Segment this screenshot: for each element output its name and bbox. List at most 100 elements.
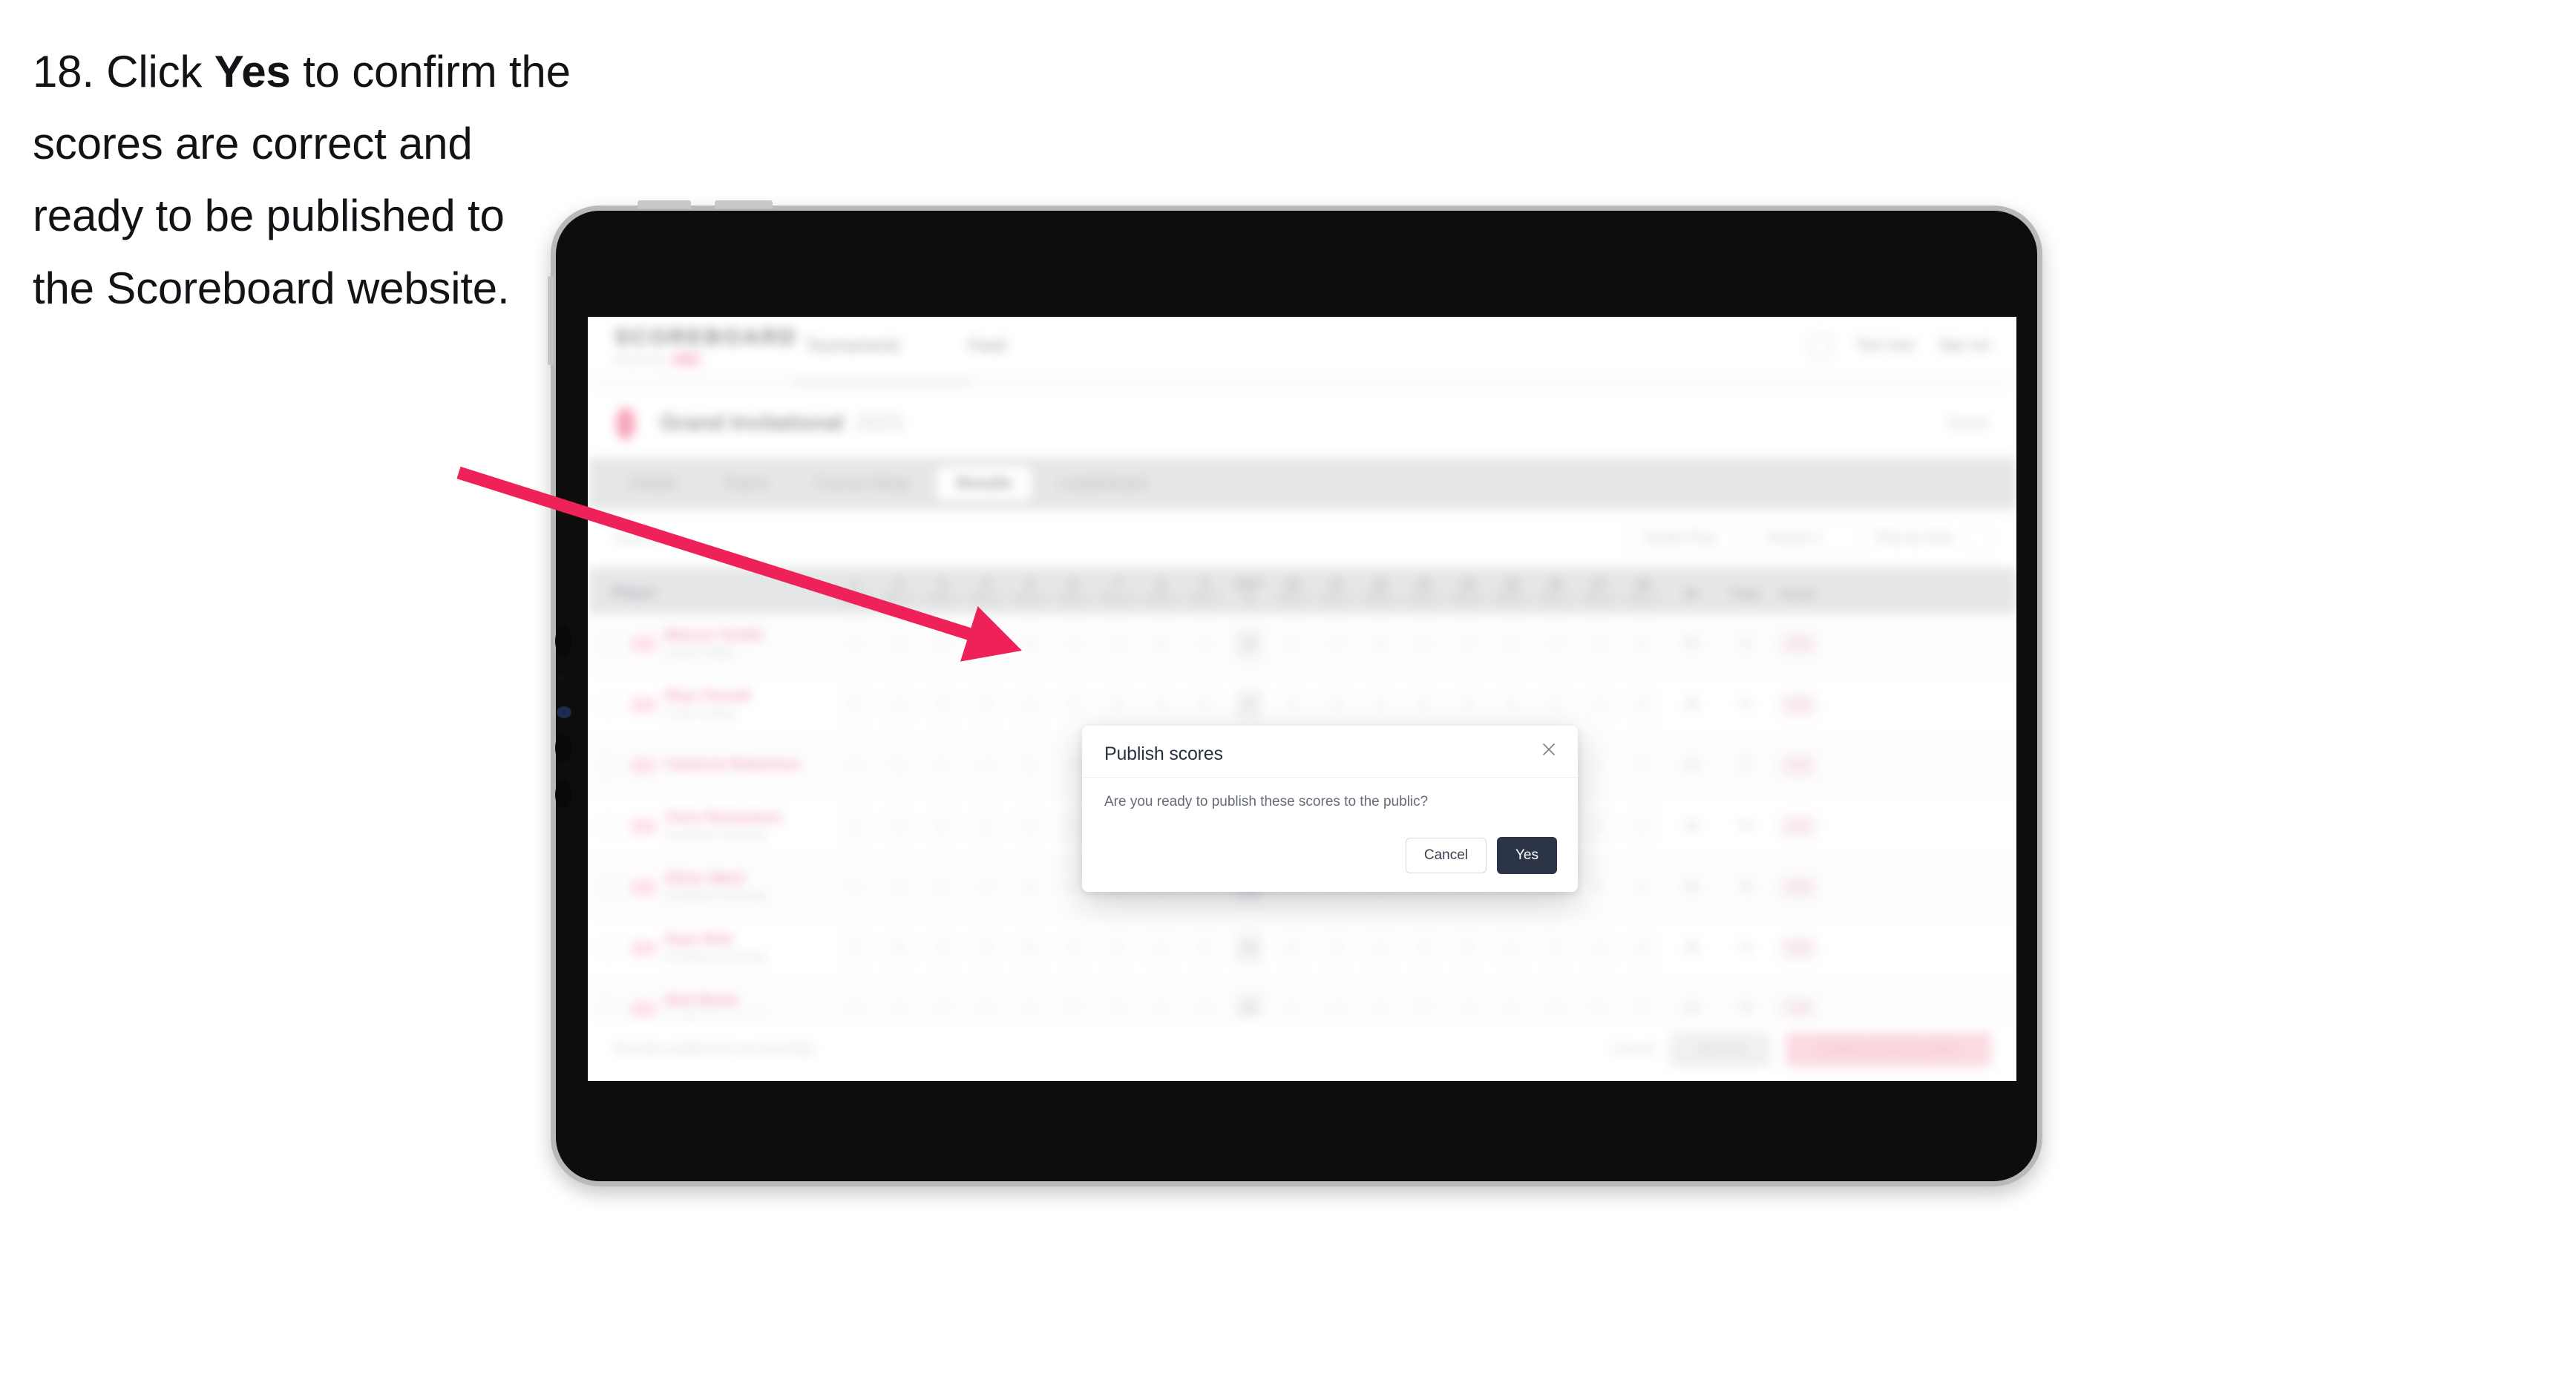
score-input[interactable]: 5 [1059, 688, 1088, 721]
row-checkbox[interactable] [598, 634, 617, 654]
cell-hole-score[interactable]: 3 [1533, 627, 1577, 660]
cell-hole-score[interactable]: 4 [1446, 627, 1489, 660]
cell-hole-score[interactable]: 4 [1402, 931, 1446, 965]
cell-hole-score[interactable]: 3 [920, 688, 964, 721]
score-input[interactable]: 4 [971, 931, 1000, 965]
cell-hole-score[interactable]: 37 [1227, 688, 1271, 721]
score-input[interactable]: 4 [1497, 627, 1526, 660]
cell-hole-score[interactable]: 4 [1183, 627, 1227, 660]
score-input[interactable]: 4 [884, 688, 913, 721]
cell-hole-score[interactable]: 38 [1227, 931, 1271, 965]
cell-hole-score[interactable]: 36 [1227, 627, 1271, 660]
cell-hole-score[interactable]: 5 [876, 931, 920, 965]
cell-hole-score[interactable]: 3 [920, 809, 964, 843]
score-input[interactable]: 4 [840, 749, 869, 782]
score-input[interactable]: 3 [1366, 931, 1394, 965]
cell-hole-score[interactable]: 3 [920, 627, 964, 660]
cell-hole-score[interactable]: 5 [833, 870, 876, 904]
score-input[interactable]: 5 [840, 688, 869, 721]
score-input[interactable]: 4 [1147, 688, 1176, 721]
score-input[interactable]: 4 [1409, 931, 1438, 965]
cell-hole-score[interactable]: 5 [876, 749, 920, 782]
score-input[interactable]: 5 [1409, 688, 1438, 721]
cell-hole-score[interactable]: 4 [833, 931, 876, 965]
score-input[interactable]: 5 [1628, 688, 1657, 721]
score-input[interactable]: 3 [1366, 627, 1394, 660]
score-input[interactable]: 38 [1234, 931, 1263, 965]
cell-hole-score[interactable]: 4 [833, 627, 876, 660]
cell-hole-score[interactable]: 3 [1095, 627, 1139, 660]
cell-hole-score[interactable]: 4 [1533, 931, 1577, 965]
row-checkbox[interactable] [598, 694, 617, 715]
cell-hole-score[interactable]: 3 [1095, 688, 1139, 721]
score-input[interactable]: 4 [1584, 627, 1613, 660]
cell-hole-score[interactable]: 5 [1139, 627, 1183, 660]
view-select[interactable]: Stroke Play [1626, 522, 1738, 556]
cell-hole-score[interactable]: 5 [833, 688, 876, 721]
footer-publish-button[interactable]: Publish scores to public [1785, 1032, 1991, 1067]
cell-hole-score[interactable]: 4 [1489, 931, 1533, 965]
device-volume-down-button[interactable] [555, 734, 571, 762]
score-input[interactable]: 4 [884, 870, 913, 904]
cell-hole-score[interactable]: 4 [1008, 688, 1052, 721]
score-input[interactable]: 4 [884, 627, 913, 660]
sign-out-link[interactable]: Sign out [1938, 338, 1990, 354]
cell-hole-score[interactable]: 4 [964, 870, 1008, 904]
score-input[interactable]: 4 [971, 627, 1000, 660]
score-input[interactable]: 3 [928, 931, 957, 965]
cell-hole-score[interactable]: 4 [1052, 931, 1095, 965]
cell-hole-score[interactable]: 4 [1008, 809, 1052, 843]
score-input[interactable]: 37 [1234, 688, 1263, 721]
score-input[interactable]: 4 [1278, 688, 1307, 721]
score-input[interactable]: 4 [928, 749, 957, 782]
row-checkbox[interactable] [598, 816, 617, 836]
cell-hole-score[interactable]: 4 [1489, 627, 1533, 660]
cell-hole-score[interactable]: 5 [1183, 688, 1227, 721]
cell-hole-score[interactable]: 4 [1577, 931, 1621, 965]
score-input[interactable]: 4 [1015, 870, 1044, 904]
cell-hole-score[interactable]: 4 [1052, 627, 1095, 660]
score-input[interactable]: 5 [971, 809, 1000, 843]
cell-hole-score[interactable]: 4 [1489, 688, 1533, 721]
search-input[interactable]: Search [613, 531, 660, 548]
score-input[interactable]: 4 [1584, 809, 1613, 843]
yes-button[interactable]: Yes [1497, 837, 1557, 874]
score-input[interactable]: 5 [1322, 688, 1351, 721]
cell-hole-score[interactable]: 4 [1271, 627, 1314, 660]
score-input[interactable]: 4 [971, 870, 1000, 904]
device-power-button[interactable] [555, 781, 571, 809]
score-input[interactable]: 4 [1278, 627, 1307, 660]
cell-hole-score[interactable]: 4 [1533, 688, 1577, 721]
table-row[interactable]: Marcus Tomlin Coast College 4 4 3 4 5 4 3 5 4 36 4 4 3… [588, 614, 2016, 674]
cell-hole-score[interactable]: 4 [920, 749, 964, 782]
cell-hole-score[interactable]: 5 [1577, 749, 1621, 782]
score-input[interactable]: 5 [1628, 931, 1657, 965]
score-input[interactable]: 5 [1147, 627, 1176, 660]
score-input[interactable]: 3 [1103, 627, 1132, 660]
cell-hole-score[interactable]: 5 [1008, 627, 1052, 660]
row-checkbox[interactable] [598, 755, 617, 775]
score-input[interactable]: 36 [1234, 627, 1263, 660]
device-top-button-1[interactable] [638, 200, 691, 208]
score-input[interactable]: 5 [1628, 627, 1657, 660]
score-input[interactable]: 4 [1015, 688, 1044, 721]
app-logo[interactable]: SCOREBOARD Powered by XYZ [614, 325, 806, 366]
cell-hole-score[interactable]: 5 [1008, 749, 1052, 782]
cell-hole-score[interactable]: 5 [1577, 870, 1621, 904]
score-input[interactable]: 5 [1015, 627, 1044, 660]
cell-hole-score[interactable]: 4 [920, 870, 964, 904]
score-input[interactable]: 4 [1453, 627, 1482, 660]
score-input[interactable]: 5 [1190, 688, 1219, 721]
score-input[interactable]: 5 [1584, 870, 1613, 904]
cell-hole-score[interactable]: 4 [1314, 931, 1358, 965]
cell-hole-score[interactable]: 3 [1358, 688, 1402, 721]
cell-hole-score[interactable]: 4 [876, 688, 920, 721]
tab-leaderboard[interactable]: Leaderboard [1039, 467, 1166, 501]
score-input[interactable]: 4 [1497, 688, 1526, 721]
score-input[interactable]: 4 [1584, 688, 1613, 721]
cell-hole-score[interactable]: 3 [1358, 627, 1402, 660]
cell-hole-score[interactable]: 5 [1621, 870, 1665, 904]
nav-item-feed[interactable]: Feed [969, 336, 1006, 355]
score-input[interactable]: 4 [971, 749, 1000, 782]
footer-save-button[interactable]: Save all [1669, 1032, 1771, 1067]
